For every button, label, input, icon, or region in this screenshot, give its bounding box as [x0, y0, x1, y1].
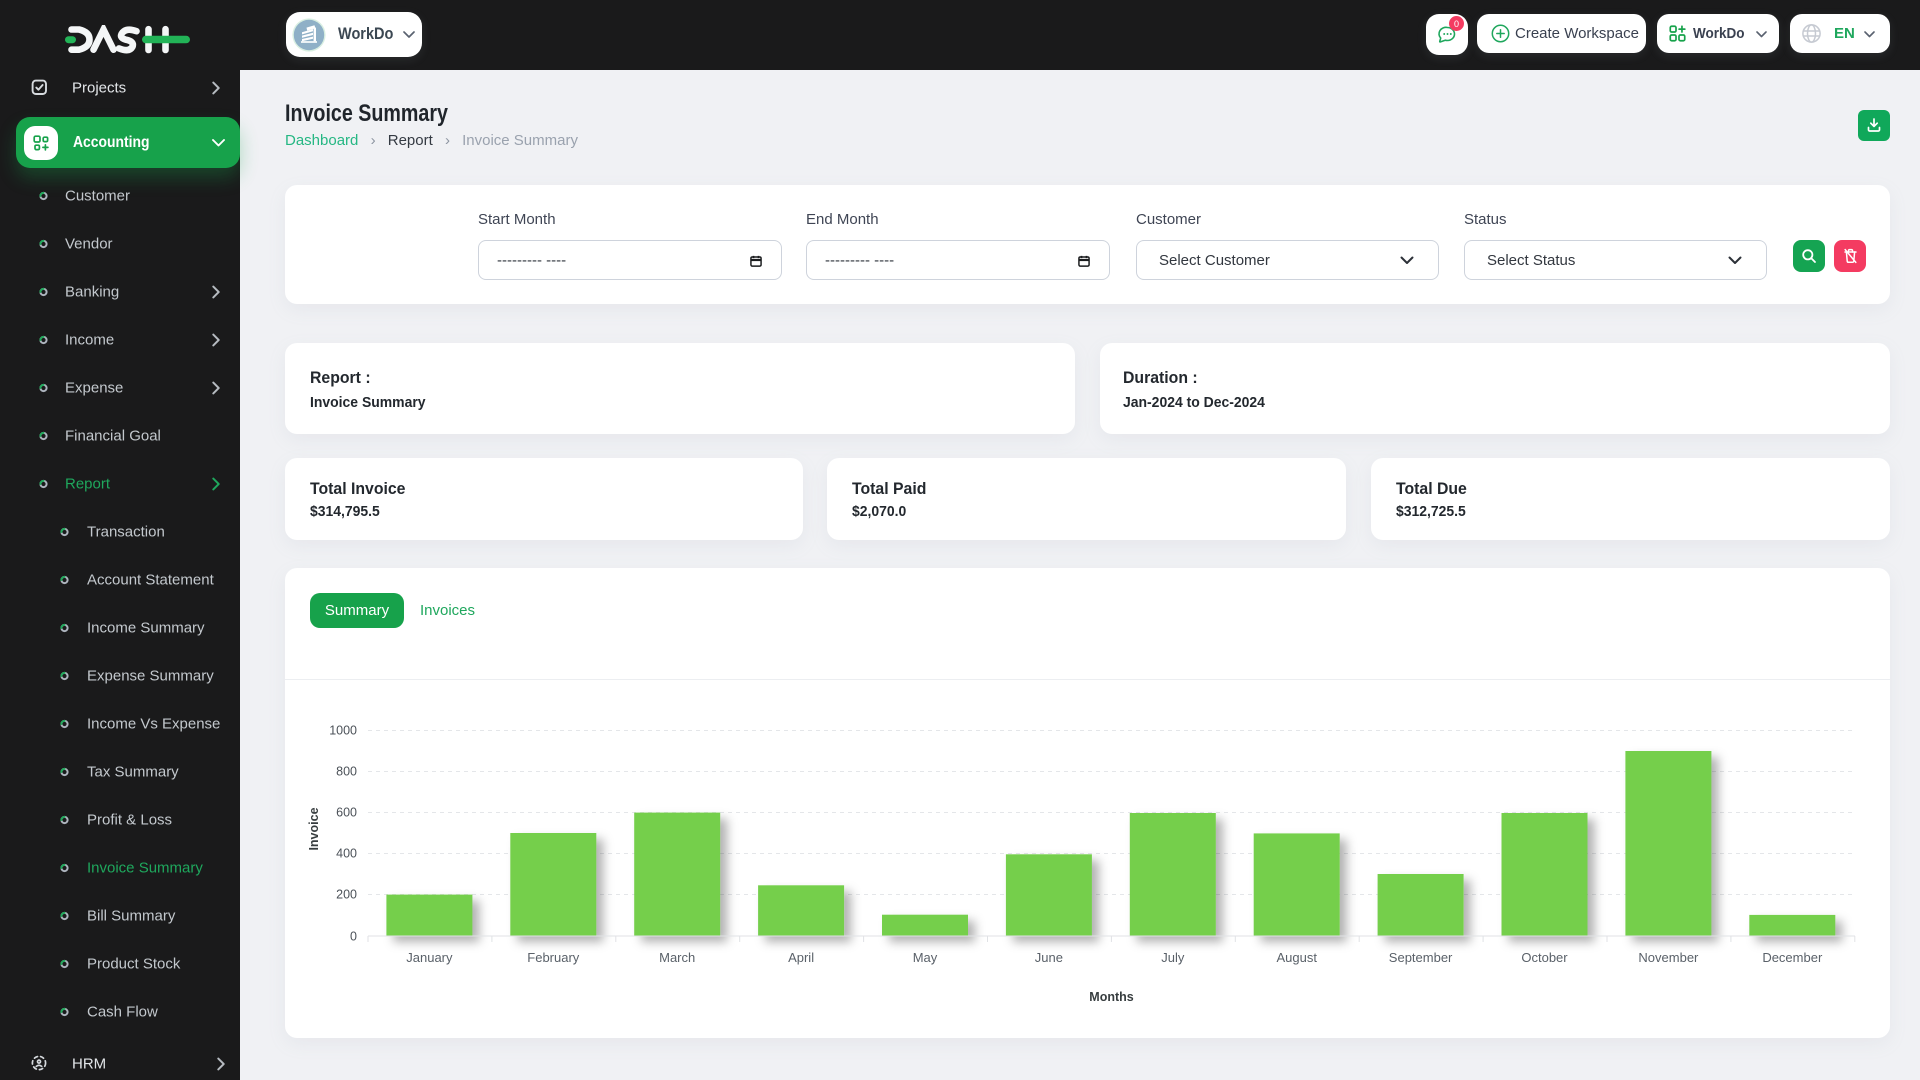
- svg-text:January: January: [406, 950, 453, 965]
- svg-text:February: February: [527, 950, 580, 965]
- svg-text:June: June: [1035, 950, 1063, 965]
- svg-text:Months: Months: [1089, 990, 1133, 1004]
- svg-text:May: May: [913, 950, 938, 965]
- svg-text:April: April: [788, 950, 814, 965]
- svg-text:September: September: [1389, 950, 1453, 965]
- svg-text:400: 400: [336, 847, 357, 861]
- svg-text:800: 800: [336, 765, 357, 779]
- svg-text:March: March: [659, 950, 695, 965]
- svg-text:December: December: [1762, 950, 1823, 965]
- svg-text:1000: 1000: [329, 724, 357, 738]
- svg-text:0: 0: [350, 930, 357, 944]
- svg-text:August: August: [1276, 950, 1317, 965]
- svg-text:July: July: [1161, 950, 1185, 965]
- svg-text:November: November: [1638, 950, 1699, 965]
- svg-text:200: 200: [336, 888, 357, 902]
- svg-text:Invoice: Invoice: [307, 807, 321, 850]
- svg-text:October: October: [1521, 950, 1568, 965]
- svg-text:600: 600: [336, 806, 357, 820]
